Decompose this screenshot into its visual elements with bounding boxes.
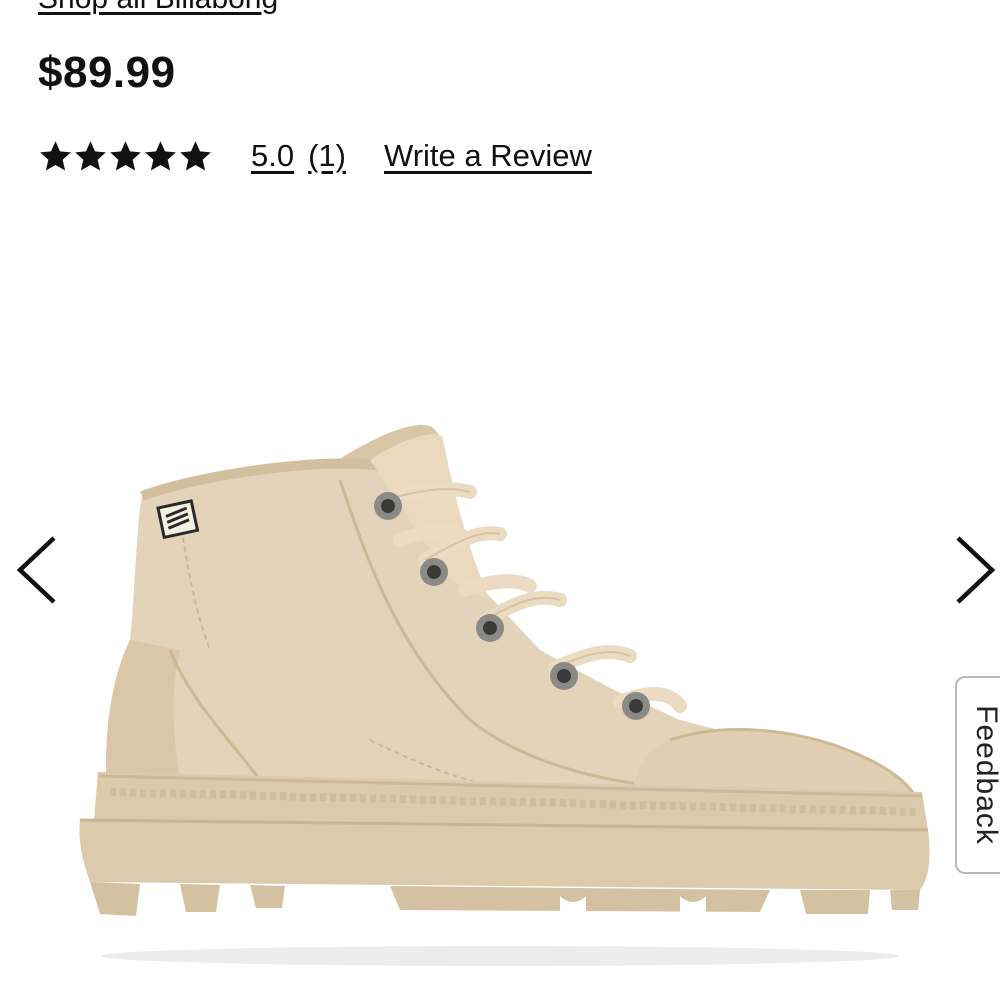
review-count-link[interactable]: (1) bbox=[308, 138, 346, 174]
shop-all-brand-link[interactable]: Shop all Billabong bbox=[38, 0, 278, 16]
feedback-label: Feedback bbox=[970, 705, 1000, 845]
write-review-link[interactable]: Write a Review bbox=[384, 138, 592, 174]
product-price: $89.99 bbox=[38, 48, 176, 97]
feedback-button[interactable]: Feedback bbox=[955, 676, 1000, 874]
star-icon bbox=[110, 140, 141, 170]
star-icon bbox=[180, 140, 211, 170]
rating-value-link[interactable]: 5.0 bbox=[251, 138, 294, 174]
chevron-left-icon[interactable] bbox=[8, 530, 68, 610]
star-icon bbox=[40, 140, 71, 170]
chevron-right-icon[interactable] bbox=[944, 530, 1000, 610]
star-icon bbox=[75, 140, 106, 170]
product-image-gallery bbox=[0, 230, 1000, 1000]
product-image[interactable] bbox=[70, 420, 940, 980]
star-rating[interactable] bbox=[38, 139, 213, 174]
rating-row: 5.0 (1) Write a Review bbox=[38, 134, 592, 178]
product-page: Shop all Billabong $89.99 5.0 (1) Write … bbox=[0, 0, 1000, 1000]
star-icon bbox=[145, 140, 176, 170]
